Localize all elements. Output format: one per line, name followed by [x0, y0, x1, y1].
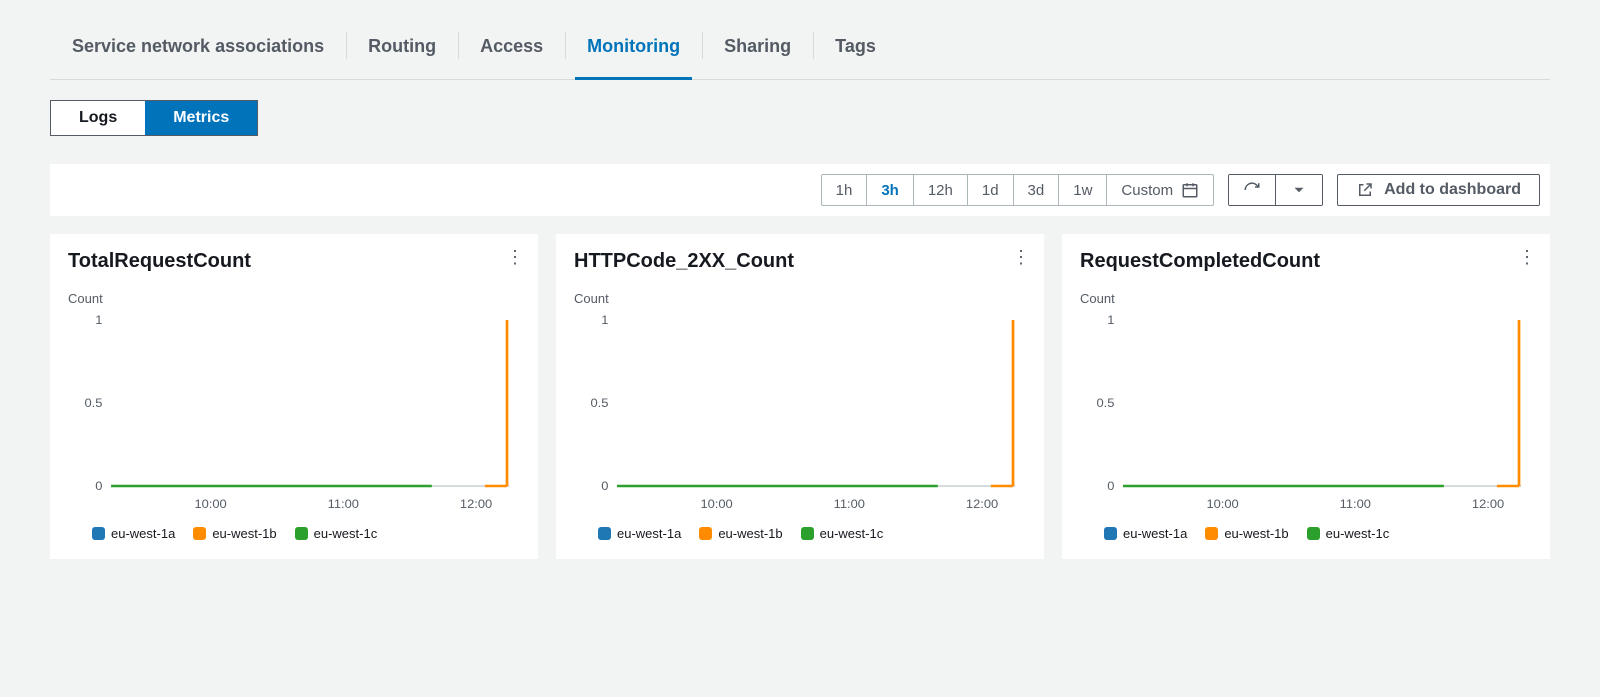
svg-text:0.5: 0.5: [85, 396, 103, 409]
chart-y-axis-label: Count: [68, 291, 520, 306]
legend-item: eu-west-1a: [598, 526, 681, 541]
chart-legend: eu-west-1a eu-west-1b eu-west-1c: [1080, 526, 1532, 541]
chart-plot: 0 0.5 1 10:00 11:00 12:00: [68, 314, 520, 514]
legend-item: eu-west-1a: [1104, 526, 1187, 541]
range-3h[interactable]: 3h: [866, 175, 913, 205]
legend-label: eu-west-1c: [1326, 526, 1390, 541]
legend-item: eu-west-1b: [1205, 526, 1288, 541]
legend-label: eu-west-1b: [1224, 526, 1288, 541]
legend-label: eu-west-1a: [617, 526, 681, 541]
chart-card: ⋮HTTPCode_2XX_Count Count 0 0.5 1 10:00 11:00 1…: [556, 234, 1044, 559]
svg-text:12:00: 12:00: [460, 497, 492, 510]
legend-swatch: [1205, 527, 1218, 540]
svg-text:0.5: 0.5: [591, 396, 609, 409]
svg-text:0: 0: [1107, 479, 1114, 492]
svg-text:12:00: 12:00: [1472, 497, 1504, 510]
svg-text:11:00: 11:00: [834, 497, 865, 510]
legend-swatch: [295, 527, 308, 540]
tab-monitoring[interactable]: Monitoring: [565, 28, 702, 79]
refresh-button-group: [1228, 174, 1323, 206]
svg-text:10:00: 10:00: [700, 497, 732, 510]
legend-item: eu-west-1b: [193, 526, 276, 541]
chart-card: ⋮TotalRequestCount Count 0 0.5 1 10:00 11:00 12…: [50, 234, 538, 559]
svg-text:0.5: 0.5: [1097, 396, 1115, 409]
svg-text:10:00: 10:00: [194, 497, 226, 510]
time-range-group: 1h3h12h1d3d1w Custom: [821, 174, 1214, 206]
add-to-dashboard-button[interactable]: Add to dashboard: [1337, 174, 1540, 206]
legend-label: eu-west-1c: [314, 526, 378, 541]
tab-routing[interactable]: Routing: [346, 28, 458, 79]
chart-plot: 0 0.5 1 10:00 11:00 12:00: [574, 314, 1026, 514]
chart-title: TotalRequestCount: [68, 250, 520, 273]
legend-item: eu-west-1c: [1307, 526, 1390, 541]
legend-swatch: [1104, 527, 1117, 540]
caret-down-icon: [1290, 181, 1308, 199]
chart-card: ⋮RequestCompletedCount Count 0 0.5 1 10:00 11:…: [1062, 234, 1550, 559]
tab-sharing[interactable]: Sharing: [702, 28, 813, 79]
metrics-toolbar: 1h3h12h1d3d1w Custom Add to dashboard: [50, 164, 1550, 216]
chart-cards: ⋮TotalRequestCountCount00.5110:0011:0012…: [50, 234, 1550, 559]
legend-item: eu-west-1b: [699, 526, 782, 541]
refresh-button[interactable]: [1229, 175, 1275, 205]
main-tabs: Service network associationsRoutingAcces…: [50, 0, 1550, 80]
range-1w[interactable]: 1w: [1058, 175, 1106, 205]
add-to-dashboard-label: Add to dashboard: [1384, 181, 1521, 199]
svg-text:1: 1: [601, 314, 608, 327]
card-menu-button[interactable]: ⋮: [1012, 248, 1030, 266]
legend-label: eu-west-1b: [718, 526, 782, 541]
range-custom-label: Custom: [1121, 182, 1173, 199]
chart-title: HTTPCode_2XX_Count: [574, 250, 1026, 273]
svg-text:11:00: 11:00: [328, 497, 359, 510]
range-12h[interactable]: 12h: [913, 175, 967, 205]
chart-legend: eu-west-1a eu-west-1b eu-west-1c: [68, 526, 520, 541]
external-link-icon: [1356, 181, 1374, 199]
svg-text:0: 0: [95, 479, 102, 492]
chart-y-axis-label: Count: [574, 291, 1026, 306]
card-menu-button[interactable]: ⋮: [506, 248, 524, 266]
legend-swatch: [1307, 527, 1320, 540]
monitoring-subtabs: LogsMetrics: [50, 100, 258, 136]
range-custom[interactable]: Custom: [1106, 175, 1213, 205]
tab-service-network-associations[interactable]: Service network associations: [50, 28, 346, 79]
refresh-options-button[interactable]: [1275, 175, 1322, 205]
tab-tags[interactable]: Tags: [813, 28, 898, 79]
svg-text:10:00: 10:00: [1206, 497, 1238, 510]
legend-swatch: [92, 527, 105, 540]
svg-text:12:00: 12:00: [966, 497, 998, 510]
legend-swatch: [699, 527, 712, 540]
chart-title: RequestCompletedCount: [1080, 250, 1532, 273]
legend-swatch: [193, 527, 206, 540]
svg-text:0: 0: [601, 479, 608, 492]
svg-text:1: 1: [1107, 314, 1114, 327]
subtab-metrics[interactable]: Metrics: [145, 101, 257, 135]
legend-swatch: [598, 527, 611, 540]
chart-plot: 0 0.5 1 10:00 11:00 12:00: [1080, 314, 1532, 514]
subtab-logs[interactable]: Logs: [51, 101, 145, 135]
refresh-icon: [1243, 181, 1261, 199]
svg-text:11:00: 11:00: [1340, 497, 1371, 510]
range-3d[interactable]: 3d: [1013, 175, 1059, 205]
chart-legend: eu-west-1a eu-west-1b eu-west-1c: [574, 526, 1026, 541]
chart-y-axis-label: Count: [1080, 291, 1532, 306]
svg-text:1: 1: [95, 314, 102, 327]
range-1h[interactable]: 1h: [822, 175, 867, 205]
calendar-icon: [1181, 181, 1199, 199]
legend-swatch: [801, 527, 814, 540]
legend-item: eu-west-1c: [295, 526, 378, 541]
legend-label: eu-west-1c: [820, 526, 884, 541]
range-1d[interactable]: 1d: [967, 175, 1013, 205]
legend-label: eu-west-1a: [111, 526, 175, 541]
legend-label: eu-west-1b: [212, 526, 276, 541]
card-menu-button[interactable]: ⋮: [1518, 248, 1536, 266]
legend-item: eu-west-1c: [801, 526, 884, 541]
legend-label: eu-west-1a: [1123, 526, 1187, 541]
legend-item: eu-west-1a: [92, 526, 175, 541]
tab-access[interactable]: Access: [458, 28, 565, 79]
